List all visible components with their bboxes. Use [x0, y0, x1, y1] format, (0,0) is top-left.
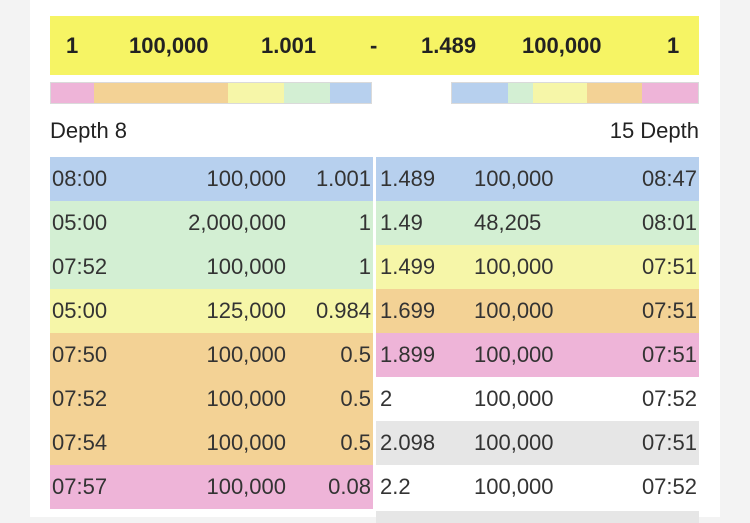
bid-row[interactable]: 07:57 100,000 0.08	[50, 465, 373, 509]
bid-price: 0.5	[340, 342, 371, 367]
bid-orders-table: 08:00 100,000 1.001 05:00 2,000,000 1 07…	[50, 157, 373, 509]
best-bid-order-count: 1	[66, 33, 79, 58]
ask-time: 07:51	[641, 254, 697, 279]
best-ask-size: 100,000	[522, 33, 602, 58]
bid-time: 07:54	[52, 430, 108, 455]
ask-size: 100,000	[474, 474, 554, 499]
bid-price: 0.5	[340, 430, 371, 455]
ask-depth-label: 15 Depth	[607, 118, 699, 144]
bid-depth-count: 8	[114, 118, 127, 143]
ask-depth-count: 15	[609, 118, 635, 143]
bid-price: 0.08	[328, 474, 371, 499]
book-divider	[373, 157, 376, 517]
ask-row[interactable]: 1.499 100,000 07:51	[376, 245, 699, 289]
ask-depth-segment	[507, 83, 534, 103]
bid-size: 100,000	[206, 386, 286, 411]
ask-size: 100,000	[474, 430, 554, 455]
ask-price: 2.2	[380, 474, 411, 499]
bid-time: 07:52	[52, 254, 108, 279]
bid-price: 1	[358, 254, 371, 279]
bid-time: 05:00	[52, 298, 108, 323]
spread-separator: -	[370, 33, 378, 58]
ask-price: 1.489	[380, 166, 436, 191]
bid-time: 05:00	[52, 210, 108, 235]
bid-size: 100,000	[206, 166, 286, 191]
bid-price: 1.001	[315, 166, 371, 191]
ask-time: 07:51	[641, 430, 697, 455]
bid-size: 100,000	[206, 254, 286, 279]
ask-row[interactable]: 2.098 100,000 07:51	[376, 421, 699, 465]
ask-time: 07:52	[641, 386, 697, 411]
bid-depth-segment	[51, 83, 94, 103]
bid-depth-color-bar	[50, 82, 372, 104]
ask-time: 08:01	[641, 210, 697, 235]
ask-depth-color-bar	[451, 82, 699, 104]
bid-depth-segment	[228, 83, 285, 103]
ask-price: 2	[380, 386, 393, 411]
ask-price: 1.899	[380, 342, 436, 367]
ask-price: 2.098	[380, 430, 436, 455]
bid-depth-segment	[284, 83, 330, 103]
bid-time: 07:50	[52, 342, 108, 367]
ask-size: 100,000	[474, 342, 554, 367]
ask-row[interactable]: 1.899 100,000 07:51	[376, 333, 699, 377]
bid-row[interactable]: 07:52 100,000 1	[50, 245, 373, 289]
bid-row[interactable]: 07:50 100,000 0.5	[50, 333, 373, 377]
best-bid-size: 100,000	[129, 33, 209, 58]
bid-size: 100,000	[206, 342, 286, 367]
ask-row[interactable]: 2.2 100,000 07:52	[376, 465, 699, 509]
bid-time: 07:57	[52, 474, 108, 499]
bid-row[interactable]: 07:54 100,000 0.5	[50, 421, 373, 465]
bid-size: 2,000,000	[188, 210, 286, 235]
ask-price: 1.499	[380, 254, 436, 279]
bid-time: 08:00	[52, 166, 108, 191]
best-bid-price: 1.001	[261, 33, 317, 58]
bid-price: 1	[358, 210, 371, 235]
bid-size: 100,000	[206, 430, 286, 455]
bid-time: 07:52	[52, 386, 108, 411]
best-bid-ask-summary: 1 100,000 1.001 - 1.489 100,000 1	[50, 16, 699, 75]
best-ask-price: 1.489	[421, 33, 477, 58]
bid-row[interactable]: 05:00 125,000 0.984	[50, 289, 373, 333]
ask-row-partial	[376, 511, 699, 523]
bid-row[interactable]: 08:00 100,000 1.001	[50, 157, 373, 201]
ask-depth-segment	[586, 83, 643, 103]
bid-price: 0.984	[315, 298, 371, 323]
ask-row[interactable]: 1.49 48,205 08:01	[376, 201, 699, 245]
ask-time: 07:51	[641, 342, 697, 367]
ask-size: 100,000	[474, 386, 554, 411]
bid-size: 100,000	[206, 474, 286, 499]
ask-depth-segment	[533, 83, 587, 103]
ask-depth-segment	[642, 83, 698, 103]
bid-depth-text: Depth	[50, 118, 109, 143]
bid-row[interactable]: 05:00 2,000,000 1	[50, 201, 373, 245]
bid-price: 0.5	[340, 386, 371, 411]
bid-depth-label: Depth 8	[50, 118, 130, 144]
ask-size: 48,205	[474, 210, 542, 235]
ask-time: 07:51	[641, 298, 697, 323]
bid-size: 125,000	[206, 298, 286, 323]
ask-time: 08:47	[641, 166, 697, 191]
ask-size: 100,000	[474, 254, 554, 279]
bid-depth-segment	[93, 83, 229, 103]
ask-time: 07:52	[641, 474, 697, 499]
ask-row[interactable]: 1.699 100,000 07:51	[376, 289, 699, 333]
ask-size: 100,000	[474, 298, 554, 323]
ask-size: 100,000	[474, 166, 554, 191]
bid-depth-segment	[329, 83, 372, 103]
ask-price: 1.699	[380, 298, 436, 323]
ask-price: 1.49	[380, 210, 423, 235]
best-ask-order-count: 1	[667, 33, 680, 58]
bid-row[interactable]: 07:52 100,000 0.5	[50, 377, 373, 421]
ask-depth-segment	[452, 83, 508, 103]
ask-row[interactable]: 2 100,000 07:52	[376, 377, 699, 421]
ask-orders-table: 1.489 100,000 08:47 1.49 48,205 08:01 1.…	[376, 157, 699, 523]
ask-row[interactable]: 1.489 100,000 08:47	[376, 157, 699, 201]
order-book-panel: 1 100,000 1.001 - 1.489 100,000 1 Depth 8…	[30, 0, 720, 523]
ask-depth-text: Depth	[640, 118, 699, 143]
